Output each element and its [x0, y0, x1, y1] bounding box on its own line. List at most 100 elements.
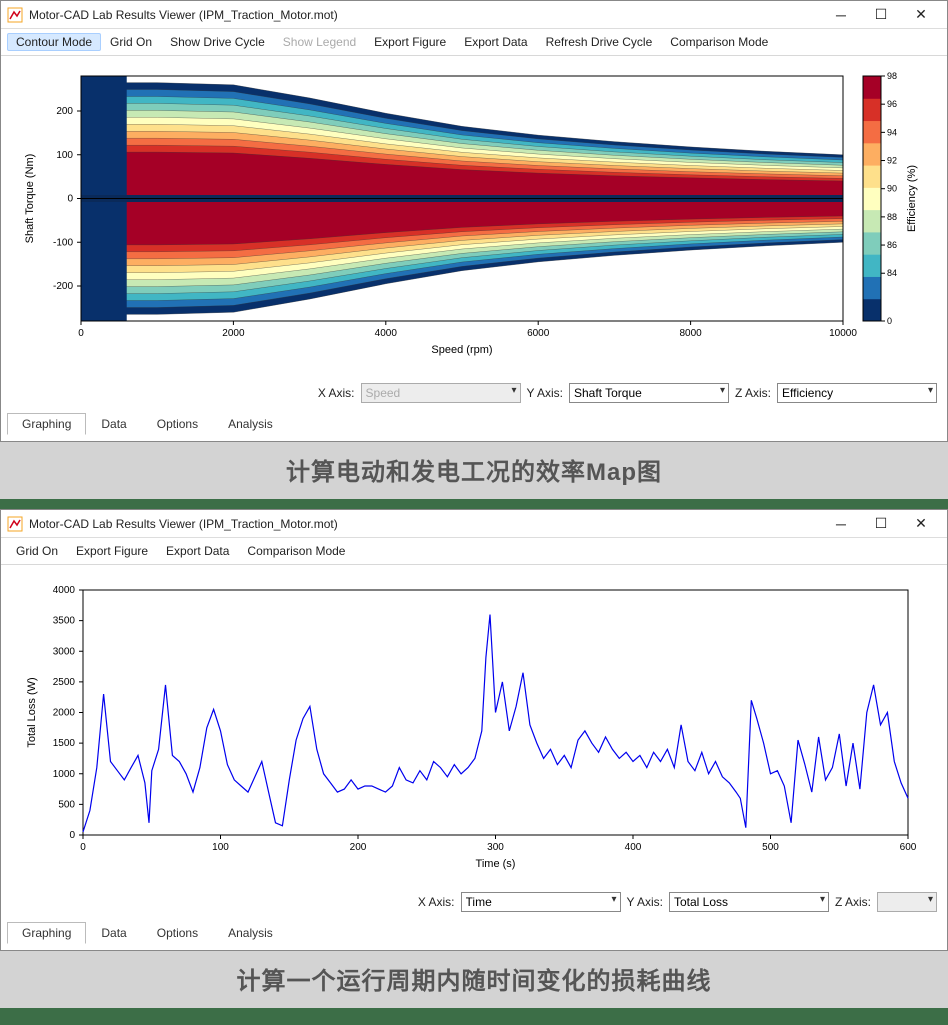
svg-text:3500: 3500	[53, 616, 76, 627]
svg-text:0: 0	[887, 316, 892, 326]
svg-text:4000: 4000	[53, 585, 76, 596]
svg-text:400: 400	[625, 842, 642, 853]
tab-options[interactable]: Options	[142, 413, 213, 435]
window-title: Motor-CAD Lab Results Viewer (IPM_Tracti…	[29, 517, 821, 531]
svg-text:300: 300	[487, 842, 504, 853]
svg-text:Time (s): Time (s)	[476, 858, 516, 870]
svg-text:200: 200	[56, 106, 73, 117]
menu-export-figure[interactable]: Export Figure	[365, 33, 455, 51]
yaxis-label: Y Axis:	[627, 895, 663, 909]
svg-text:2000: 2000	[222, 328, 245, 339]
xaxis-select[interactable]: Time	[461, 892, 621, 912]
svg-text:0: 0	[80, 842, 86, 853]
svg-text:2500: 2500	[53, 677, 76, 688]
zaxis-label: Z Axis:	[735, 386, 771, 400]
svg-text:0: 0	[78, 328, 84, 339]
tab-graphing[interactable]: Graphing	[7, 922, 86, 944]
svg-text:3000: 3000	[53, 646, 76, 657]
yaxis-label: Y Axis:	[527, 386, 563, 400]
svg-text:200: 200	[350, 842, 367, 853]
contour-chart-svg: 0200040006000800010000-200-1000100200Spe…	[13, 66, 933, 366]
window-efficiency-map: Motor-CAD Lab Results Viewer (IPM_Tracti…	[0, 0, 948, 442]
tab-analysis[interactable]: Analysis	[213, 413, 288, 435]
loss-chart-svg: 0100200300400500600050010001500200025003…	[13, 575, 933, 875]
minimize-button[interactable]: ─	[821, 3, 861, 27]
menu-export-data[interactable]: Export Data	[455, 33, 536, 51]
menubar: Contour Mode Grid On Show Drive Cycle Sh…	[1, 29, 947, 56]
maximize-button[interactable]: ☐	[861, 3, 901, 27]
svg-text:600: 600	[900, 842, 917, 853]
tab-data[interactable]: Data	[86, 413, 141, 435]
tab-data[interactable]: Data	[86, 922, 141, 944]
svg-text:96: 96	[887, 99, 897, 109]
xaxis-label: X Axis:	[318, 386, 355, 400]
zaxis-label: Z Axis:	[835, 895, 871, 909]
window-title: Motor-CAD Lab Results Viewer (IPM_Tracti…	[29, 8, 821, 22]
xaxis-select: Speed	[361, 383, 521, 403]
xaxis-label: X Axis:	[418, 895, 455, 909]
svg-text:8000: 8000	[679, 328, 702, 339]
svg-text:88: 88	[887, 212, 897, 222]
svg-text:-100: -100	[53, 237, 73, 248]
zaxis-select	[877, 892, 937, 912]
svg-text:90: 90	[887, 184, 897, 194]
titlebar[interactable]: Motor-CAD Lab Results Viewer (IPM_Tracti…	[1, 510, 947, 538]
axis-selector-row: X Axis: Time Y Axis: Total Loss Z Axis:	[1, 886, 947, 918]
caption-bar-2: 计算一个运行周期内随时间变化的损耗曲线	[0, 951, 948, 1008]
close-button[interactable]: ✕	[901, 3, 941, 27]
menu-grid-on[interactable]: Grid On	[7, 542, 67, 560]
yaxis-select[interactable]: Shaft Torque	[569, 383, 729, 403]
yaxis-select[interactable]: Total Loss	[669, 892, 829, 912]
tab-graphing[interactable]: Graphing	[7, 413, 86, 435]
titlebar[interactable]: Motor-CAD Lab Results Viewer (IPM_Tracti…	[1, 1, 947, 29]
svg-text:84: 84	[887, 268, 897, 278]
bottom-tabs: Graphing Data Options Analysis	[1, 409, 947, 441]
svg-text:Total Loss (W): Total Loss (W)	[26, 677, 38, 747]
svg-text:2000: 2000	[53, 708, 76, 719]
caption-bar-1: 计算电动和发电工况的效率Map图	[0, 442, 948, 499]
svg-text:86: 86	[887, 240, 897, 250]
app-icon	[7, 516, 23, 532]
menu-show-drive-cycle[interactable]: Show Drive Cycle	[161, 33, 274, 51]
svg-text:500: 500	[762, 842, 779, 853]
maximize-button[interactable]: ☐	[861, 512, 901, 536]
svg-text:0: 0	[69, 830, 75, 841]
svg-text:100: 100	[56, 150, 73, 161]
svg-text:1500: 1500	[53, 738, 76, 749]
tab-analysis[interactable]: Analysis	[213, 922, 288, 944]
svg-text:0: 0	[67, 194, 73, 205]
menu-show-legend: Show Legend	[274, 33, 365, 51]
svg-text:-200: -200	[53, 281, 73, 292]
menu-comparison-mode[interactable]: Comparison Mode	[238, 542, 354, 560]
tab-options[interactable]: Options	[142, 922, 213, 944]
svg-text:Efficiency (%): Efficiency (%)	[906, 165, 918, 232]
svg-text:94: 94	[887, 127, 897, 137]
svg-text:6000: 6000	[527, 328, 550, 339]
menu-refresh-drive-cycle[interactable]: Refresh Drive Cycle	[537, 33, 662, 51]
svg-text:92: 92	[887, 156, 897, 166]
svg-text:500: 500	[58, 799, 75, 810]
caption-text-2: 计算一个运行周期内随时间变化的损耗曲线	[0, 961, 948, 996]
divider	[0, 1008, 948, 1018]
close-button[interactable]: ✕	[901, 512, 941, 536]
menu-export-figure[interactable]: Export Figure	[67, 542, 157, 560]
svg-text:Speed (rpm): Speed (rpm)	[431, 344, 492, 356]
axis-selector-row: X Axis: Speed Y Axis: Shaft Torque Z Axi…	[1, 377, 947, 409]
svg-text:98: 98	[887, 71, 897, 81]
svg-text:4000: 4000	[375, 328, 398, 339]
svg-text:Shaft Torque (Nm): Shaft Torque (Nm)	[24, 154, 36, 244]
window-loss-curve: Motor-CAD Lab Results Viewer (IPM_Tracti…	[0, 509, 948, 951]
bottom-tabs: Graphing Data Options Analysis	[1, 918, 947, 950]
minimize-button[interactable]: ─	[821, 512, 861, 536]
menu-contour-mode[interactable]: Contour Mode	[7, 33, 101, 51]
divider	[0, 499, 948, 509]
loss-line-plot: 0100200300400500600050010001500200025003…	[1, 565, 947, 886]
menu-grid-on[interactable]: Grid On	[101, 33, 161, 51]
svg-text:100: 100	[212, 842, 229, 853]
menu-export-data[interactable]: Export Data	[157, 542, 238, 560]
menu-comparison-mode[interactable]: Comparison Mode	[661, 33, 777, 51]
menubar: Grid On Export Figure Export Data Compar…	[1, 538, 947, 565]
efficiency-contour-plot: 0200040006000800010000-200-1000100200Spe…	[1, 56, 947, 377]
zaxis-select[interactable]: Efficiency	[777, 383, 937, 403]
caption-text-1: 计算电动和发电工况的效率Map图	[0, 452, 948, 487]
